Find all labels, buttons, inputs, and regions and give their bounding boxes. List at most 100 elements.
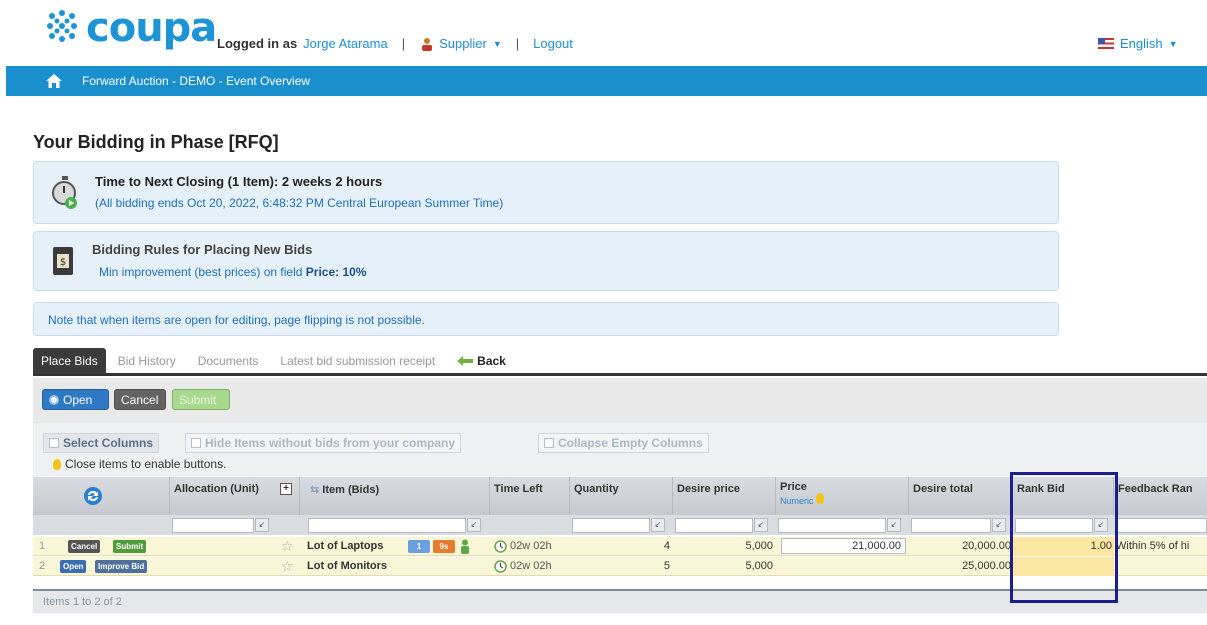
chevron-down-icon[interactable]: ▼: [493, 39, 502, 49]
row-cancel-button[interactable]: Cancel: [68, 540, 101, 553]
row-improve-bid-button[interactable]: Improve Bid: [95, 560, 148, 573]
filter-icon[interactable]: ↙: [255, 518, 269, 532]
separator: |: [401, 36, 406, 51]
filter-icon[interactable]: ↙: [651, 518, 665, 532]
desire-price-value: 5,000: [745, 560, 773, 572]
item-header-label: Item (Bids): [322, 484, 380, 496]
back-arrow-icon: [457, 355, 474, 366]
bid-time-badge: 9s: [433, 540, 455, 553]
hint-text: Close items to enable buttons.: [65, 457, 227, 471]
expand-header: +: [280, 477, 300, 515]
feedback-filter-input[interactable]: [1116, 518, 1207, 533]
item-name[interactable]: Lot of Monitors: [307, 557, 387, 576]
row-number: 2: [39, 560, 46, 572]
refresh-icon[interactable]: [83, 486, 103, 506]
quantity-filter-input[interactable]: [572, 518, 650, 533]
tab-place-bids[interactable]: Place Bids: [33, 347, 106, 374]
open-label: Open: [63, 392, 93, 407]
select-columns-label: Select Columns: [63, 436, 154, 450]
price-input[interactable]: 21,000.00: [781, 538, 906, 554]
tab-bid-history[interactable]: Bid History: [118, 354, 176, 368]
star-icon[interactable]: ☆: [281, 537, 294, 556]
breadcrumb-event-link[interactable]: Forward Auction - DEMO - Event Overview: [82, 74, 310, 88]
back-label: Back: [477, 353, 506, 368]
header-price[interactable]: Price Numeric: [776, 477, 909, 515]
row-number: 1: [39, 540, 46, 552]
desire-total-filter-input[interactable]: [911, 518, 991, 533]
header-desire-total[interactable]: Desire total: [909, 477, 1013, 515]
separator: |: [515, 36, 520, 51]
price-value[interactable]: [781, 557, 906, 576]
submit-button[interactable]: Submit: [172, 389, 230, 410]
item-filter-input[interactable]: [308, 518, 466, 533]
open-button[interactable]: Open: [42, 389, 109, 410]
desire-price-filter-input[interactable]: [675, 518, 753, 533]
editing-note: Note that when items are open for editin…: [48, 313, 425, 327]
refresh-header: [33, 477, 170, 515]
filter-icon[interactable]: ↙: [754, 518, 768, 532]
user-name-link[interactable]: Jorge Atarama: [303, 36, 388, 51]
header-quantity[interactable]: Quantity: [570, 477, 673, 515]
collapse-empty-label: Collapse Empty Columns: [558, 436, 703, 450]
supplier-user-icon: [422, 37, 433, 51]
price-filter-input[interactable]: [778, 518, 886, 533]
header-item[interactable]: ⇆ Item (Bids): [300, 477, 490, 515]
logout-link[interactable]: Logout: [533, 36, 573, 51]
rules-title: Bidding Rules for Placing New Bids: [92, 242, 313, 257]
breadcrumb-bar: Forward Auction - DEMO - Event Overview: [6, 66, 1207, 96]
allocation-header-label: Allocation (Unit): [174, 483, 259, 495]
chevron-down-icon: ▼: [1168, 38, 1178, 49]
price-sub-label: Numeric: [780, 496, 814, 506]
allocation-filter-input[interactable]: [172, 518, 254, 533]
coupa-logo-mark-icon: [47, 10, 77, 42]
price-header-label: Price: [780, 481, 807, 493]
item-name[interactable]: Lot of Laptops: [307, 537, 383, 556]
time-left: 02w 02h: [510, 540, 552, 552]
page-title: Your Bidding in Phase [RFQ]: [33, 132, 279, 152]
bids-count-badge: 1: [408, 540, 430, 553]
top-header: coupa Logged in as Jorge Atarama | Suppl…: [0, 0, 1207, 66]
rank-bid-highlight-box: [1010, 472, 1118, 603]
collapse-empty-toggle[interactable]: Collapse Empty Columns: [538, 433, 709, 453]
rules-value: : 10%: [335, 265, 367, 279]
header-feedback[interactable]: Feedback Ran: [1114, 477, 1207, 515]
row-submit-button[interactable]: Submit: [113, 540, 147, 553]
editing-note-box: Note that when items are open for editin…: [33, 302, 1059, 336]
home-icon[interactable]: [46, 74, 62, 88]
quantity-value: 5: [663, 560, 670, 572]
feedback-value: Within 5% of hi: [1116, 540, 1190, 552]
language-selector[interactable]: English ▼: [1098, 36, 1178, 51]
supplier-menu[interactable]: Supplier: [439, 36, 487, 51]
header-desire-price[interactable]: Desire price: [673, 477, 776, 515]
language-label: English: [1120, 36, 1163, 51]
row-open-button[interactable]: Open: [60, 560, 87, 573]
quantity-value: 4: [663, 540, 670, 552]
desire-price-value: 5,000: [745, 540, 773, 552]
filter-icon[interactable]: ↙: [887, 518, 901, 532]
column-options: Select Columns Hide Items without bids f…: [33, 423, 1207, 477]
svg-text:$: $: [60, 257, 66, 268]
select-columns-icon: [49, 438, 59, 448]
hide-items-toggle[interactable]: Hide Items without bids from your compan…: [185, 433, 462, 453]
plus-icon[interactable]: +: [280, 483, 292, 495]
select-columns-button[interactable]: Select Columns: [43, 433, 160, 453]
star-icon[interactable]: ☆: [281, 557, 294, 576]
clock-icon: [494, 560, 507, 573]
coupa-logo[interactable]: coupa: [44, 8, 217, 48]
cancel-button[interactable]: Cancel: [114, 389, 166, 410]
rules-prefix: Min improvement (best prices) on field: [99, 265, 303, 279]
feedback-value: [1116, 557, 1207, 576]
closing-subtitle: (All bidding ends Oct 20, 2022, 6:48:32 …: [95, 196, 504, 210]
open-icon: [49, 394, 59, 405]
closing-title: Time to Next Closing (1 Item): 2 weeks 2…: [95, 174, 383, 189]
filter-icon[interactable]: ↙: [467, 518, 481, 532]
back-link[interactable]: Back: [457, 354, 506, 368]
header-time-left[interactable]: Time Left: [490, 477, 570, 515]
filter-icon[interactable]: ↙: [992, 518, 1006, 532]
lightbulb-icon: [816, 493, 825, 504]
sort-icon: ⇆: [310, 484, 320, 496]
tab-documents[interactable]: Documents: [198, 354, 259, 368]
tab-latest-receipt[interactable]: Latest bid submission receipt: [280, 354, 435, 368]
stopwatch-icon: [52, 176, 77, 209]
lightbulb-icon: [53, 458, 61, 470]
